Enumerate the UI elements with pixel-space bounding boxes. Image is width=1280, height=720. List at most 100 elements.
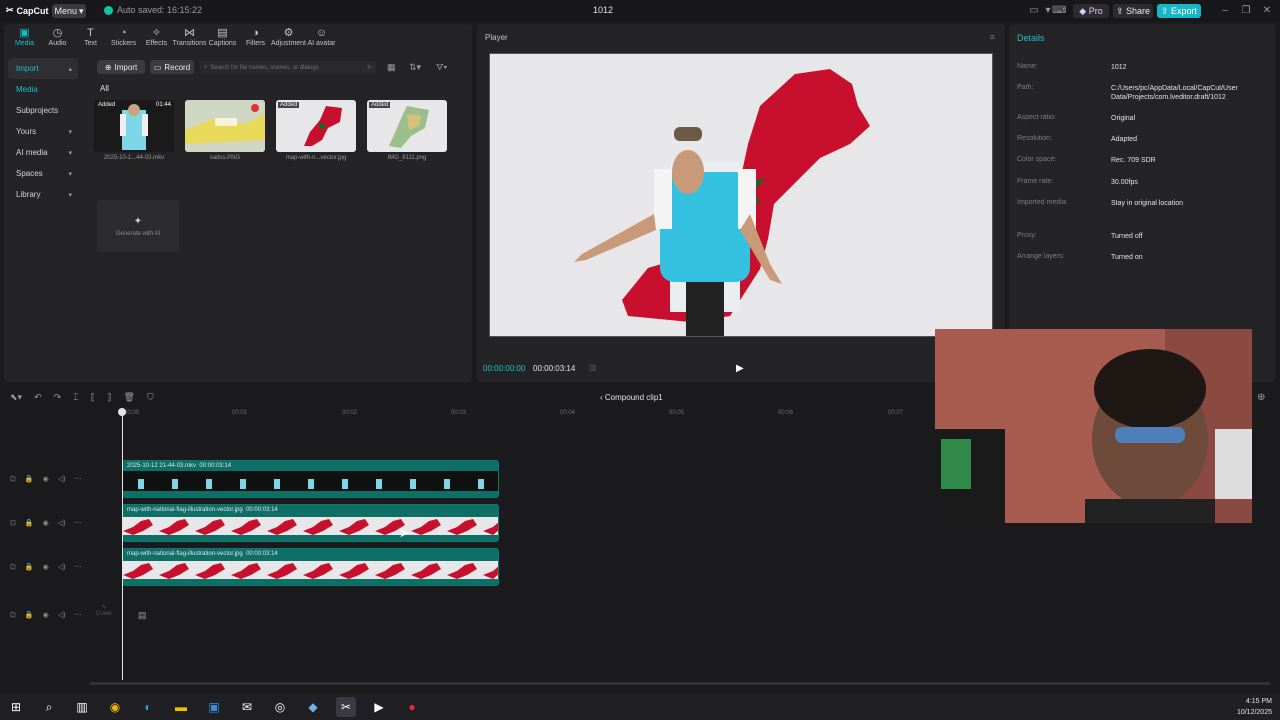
player-panel: Player ≡ 00:00:00:00 00:00:03:14 ▥ ▶	[477, 24, 1005, 382]
audio-icon[interactable]: ◁)	[58, 563, 66, 571]
clapper-icon[interactable]: ▶	[369, 697, 389, 717]
tab-captions[interactable]: ▤ Captions	[206, 24, 239, 52]
sidebar-item-media[interactable]: Media	[8, 79, 78, 100]
tab-ai-avatar[interactable]: ☺ AI avatar	[305, 24, 338, 52]
track-icon[interactable]: ⊡	[10, 519, 16, 527]
tab-adjustment[interactable]: ⚙ Adjustment	[271, 24, 306, 52]
eye-icon[interactable]: ◉	[43, 611, 49, 619]
shield-icon[interactable]: ⛉	[147, 392, 154, 403]
record-button[interactable]: ▭ Record	[150, 60, 194, 74]
more-icon[interactable]: ⋯	[74, 475, 81, 483]
generate-with-ai-button[interactable]: ✦ Generate with AI	[97, 200, 179, 252]
sidebar-item-ai-media[interactable]: AI media ▾	[8, 142, 78, 163]
layout-icon[interactable]: ▭	[1027, 4, 1041, 18]
file-explorer-icon[interactable]: ▬	[171, 697, 191, 717]
start-icon[interactable]: ⊞	[6, 697, 26, 717]
more-icon[interactable]: ⋯	[74, 563, 81, 571]
more-icon[interactable]: ⋯	[74, 519, 81, 527]
track-icon[interactable]: ⊡	[10, 611, 16, 619]
edge-icon[interactable]: ◐	[138, 697, 158, 717]
tab-text[interactable]: T Text	[74, 24, 107, 52]
mail-icon[interactable]: ✉	[237, 697, 257, 717]
video-clip[interactable]: 2025-10-12 21-44-03.mkv 00:00:03:14	[122, 460, 499, 498]
sort-icon[interactable]: ⇅▾	[409, 62, 421, 73]
app-icon[interactable]: ◆	[303, 697, 323, 717]
sidebar-item-import[interactable]: Import ▴	[8, 58, 78, 79]
split-left-icon[interactable]: ⟦	[91, 392, 95, 403]
restore-icon[interactable]: ❐	[1239, 4, 1253, 18]
track-icon[interactable]: ⊡	[10, 475, 16, 483]
menu-lines-icon[interactable]: ≡	[990, 32, 995, 42]
system-clock[interactable]: 4:15 PM 10/12/2025	[1237, 694, 1272, 718]
audio-icon[interactable]: ◁)	[58, 519, 66, 527]
grid-view-icon[interactable]: ▦	[387, 62, 396, 73]
share-button[interactable]: ⇪ Share	[1113, 4, 1153, 18]
minimize-icon[interactable]: –	[1218, 4, 1232, 18]
screen-recorder-icon[interactable]: ●	[402, 697, 422, 717]
close-icon[interactable]: ✕	[1260, 4, 1274, 18]
eye-icon[interactable]: ◉	[43, 475, 49, 483]
select-cursor-icon[interactable]: ⬉▾	[10, 392, 22, 403]
redo-icon[interactable]: ↷	[54, 392, 62, 403]
lock-icon[interactable]: 🔒	[25, 519, 34, 527]
pro-button[interactable]: ◆ Pro	[1073, 4, 1109, 18]
lock-icon[interactable]: 🔒	[25, 475, 34, 483]
media-icon: ▣	[19, 27, 30, 39]
detail-label: Resolution:	[1017, 135, 1053, 142]
more-icon[interactable]: ⋯	[74, 611, 81, 619]
audio-icon[interactable]: ◁)	[58, 475, 66, 483]
lock-icon[interactable]: 🔒	[25, 563, 34, 571]
tab-stickers[interactable]: ◔ Stickers	[107, 24, 140, 52]
search-icon[interactable]: ⌕	[39, 697, 59, 717]
filter-icon[interactable]: ⛛▾	[436, 62, 447, 73]
search-input[interactable]: ⌕ Search for file names, scenes, or dialo…	[200, 61, 376, 74]
eye-icon[interactable]: ◉	[43, 519, 49, 527]
sidebar-item-spaces[interactable]: Spaces ▾	[8, 163, 78, 184]
import-button[interactable]: ⊕ Import	[97, 60, 145, 74]
media-item-name: sadss.PNG	[209, 155, 241, 161]
undo-icon[interactable]: ↶	[34, 392, 42, 403]
tab-audio[interactable]: ◷ Audio	[41, 24, 74, 52]
compound-breadcrumb[interactable]: ‹ Compound clip1	[600, 393, 663, 402]
delete-icon[interactable]: 🗑	[124, 392, 135, 403]
media-item-image[interactable]	[185, 100, 265, 152]
grid-icon[interactable]: ▥	[589, 363, 597, 372]
filter-all[interactable]: All	[100, 84, 109, 93]
task-view-icon[interactable]: ▥	[72, 697, 92, 717]
media-item-image[interactable]: Added	[367, 100, 447, 152]
split-right-icon[interactable]: ⟧	[107, 392, 111, 403]
split-icon[interactable]: ⌶	[73, 392, 78, 403]
timeline-scrollbar[interactable]	[90, 682, 1270, 685]
cover-button[interactable]: ✎ Cover	[94, 604, 114, 617]
track-icon[interactable]: ⊡	[10, 563, 16, 571]
play-button[interactable]: ▶	[736, 363, 744, 374]
film-icon[interactable]: ▤	[138, 610, 147, 621]
audio-icon[interactable]: ◁)	[58, 611, 66, 619]
time-ruler[interactable]: 00:00 00:01 00:02 00:03 00:04 00:05 00:0…	[118, 410, 938, 422]
tab-filters[interactable]: ◑ Filters	[239, 24, 272, 52]
lock-icon[interactable]: 🔒	[25, 611, 34, 619]
menu-button[interactable]: Menu ▾	[52, 4, 86, 18]
tab-effects[interactable]: ✧ Effects	[140, 24, 173, 52]
chrome-icon[interactable]: ◉	[105, 697, 125, 717]
sidebar-item-yours[interactable]: Yours ▾	[8, 121, 78, 142]
export-button[interactable]: ⇧ Export	[1157, 4, 1201, 18]
image-clip[interactable]: map-with-national-flag-illustration-vect…	[122, 504, 499, 542]
sidebar-item-library[interactable]: Library ▾	[8, 184, 78, 205]
media-item-video[interactable]: Added 01:44	[94, 100, 174, 152]
zoom-icon[interactable]: ⊕	[1257, 392, 1265, 403]
capcut-taskbar-icon[interactable]: ✂	[336, 697, 356, 717]
image-clip[interactable]: map-with-national-flag-illustration-vect…	[122, 548, 499, 586]
tab-transitions[interactable]: ⋈ Transitions	[173, 24, 207, 52]
media-item-image[interactable]: Added	[276, 100, 356, 152]
capcut-logo-icon: ✂	[6, 5, 14, 15]
sidebar-item-subprojects[interactable]: Subprojects	[8, 100, 78, 121]
refresh-icon[interactable]: ↻	[367, 64, 372, 71]
store-icon[interactable]: ▣	[204, 697, 224, 717]
shortcuts-icon[interactable]: ⌨	[1052, 4, 1066, 18]
eye-icon[interactable]: ◉	[43, 563, 49, 571]
preview-canvas[interactable]	[489, 53, 993, 338]
tab-media[interactable]: ▣ Media	[8, 24, 41, 52]
playhead[interactable]	[122, 410, 123, 680]
obs-icon[interactable]: ◎	[270, 697, 290, 717]
